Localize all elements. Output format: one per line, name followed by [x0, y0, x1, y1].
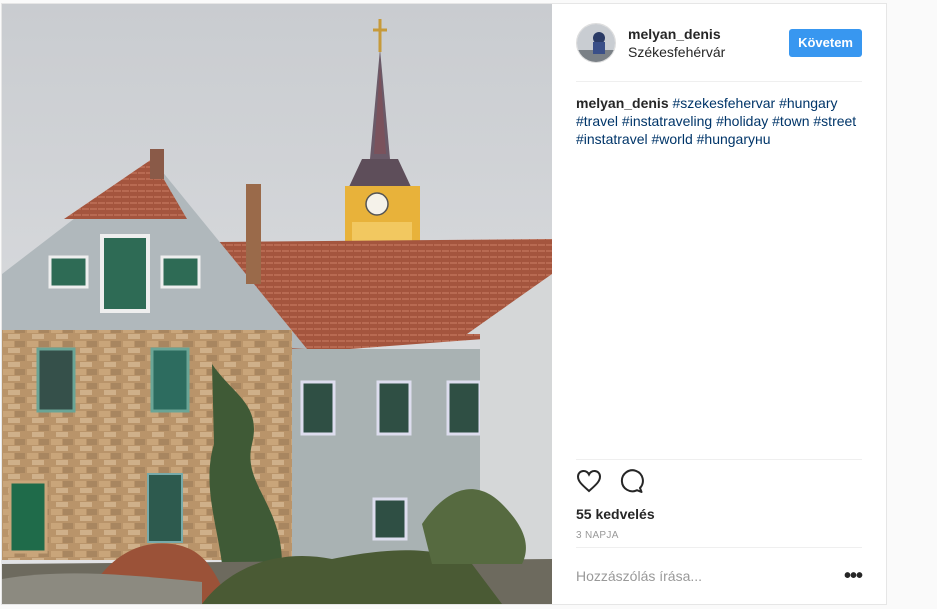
caption-username[interactable]: melyan_denis [576, 95, 669, 111]
hashtag[interactable]: #hungary [779, 95, 837, 111]
hashtag[interactable]: #world [651, 131, 692, 147]
post-actions: 55 kedvelés 3 napja [576, 459, 862, 541]
action-icons [576, 468, 862, 498]
hashtag[interactable]: #szekesfehervar [673, 95, 776, 111]
comment-input[interactable] [576, 567, 844, 584]
hashtag[interactable]: #instatravel [576, 131, 648, 147]
caption: melyan_denis #szekesfehervar #hungary #t… [576, 82, 862, 148]
more-options-icon[interactable]: ••• [844, 566, 863, 586]
heart-icon[interactable] [576, 469, 602, 498]
hashtag[interactable]: #holiday [716, 113, 768, 129]
post-card: melyan_denis Székesfehérvár Követem mely… [1, 3, 887, 605]
hashtag[interactable]: #travel [576, 113, 618, 129]
hashtag[interactable]: #town [772, 113, 809, 129]
hashtag[interactable]: #instatraveling [622, 113, 712, 129]
post-sidebar: melyan_denis Székesfehérvár Követem mely… [552, 4, 886, 604]
follow-button[interactable]: Követem [789, 28, 862, 57]
hashtag[interactable]: #hungaryнu [697, 131, 771, 147]
comment-bar: ••• [576, 547, 863, 603]
post-photo[interactable] [2, 4, 552, 604]
hashtag[interactable]: #street [813, 113, 856, 129]
post-timestamp[interactable]: 3 napja [576, 530, 862, 541]
likes-count[interactable]: 55 kedvelés [576, 506, 862, 522]
username-link[interactable]: melyan_denis [628, 25, 789, 43]
user-info: melyan_denis Székesfehérvár [628, 25, 789, 61]
avatar[interactable] [576, 22, 616, 63]
post-header: melyan_denis Székesfehérvár Követem [576, 4, 862, 82]
comment-icon[interactable] [618, 468, 644, 499]
location-link[interactable]: Székesfehérvár [628, 43, 789, 61]
